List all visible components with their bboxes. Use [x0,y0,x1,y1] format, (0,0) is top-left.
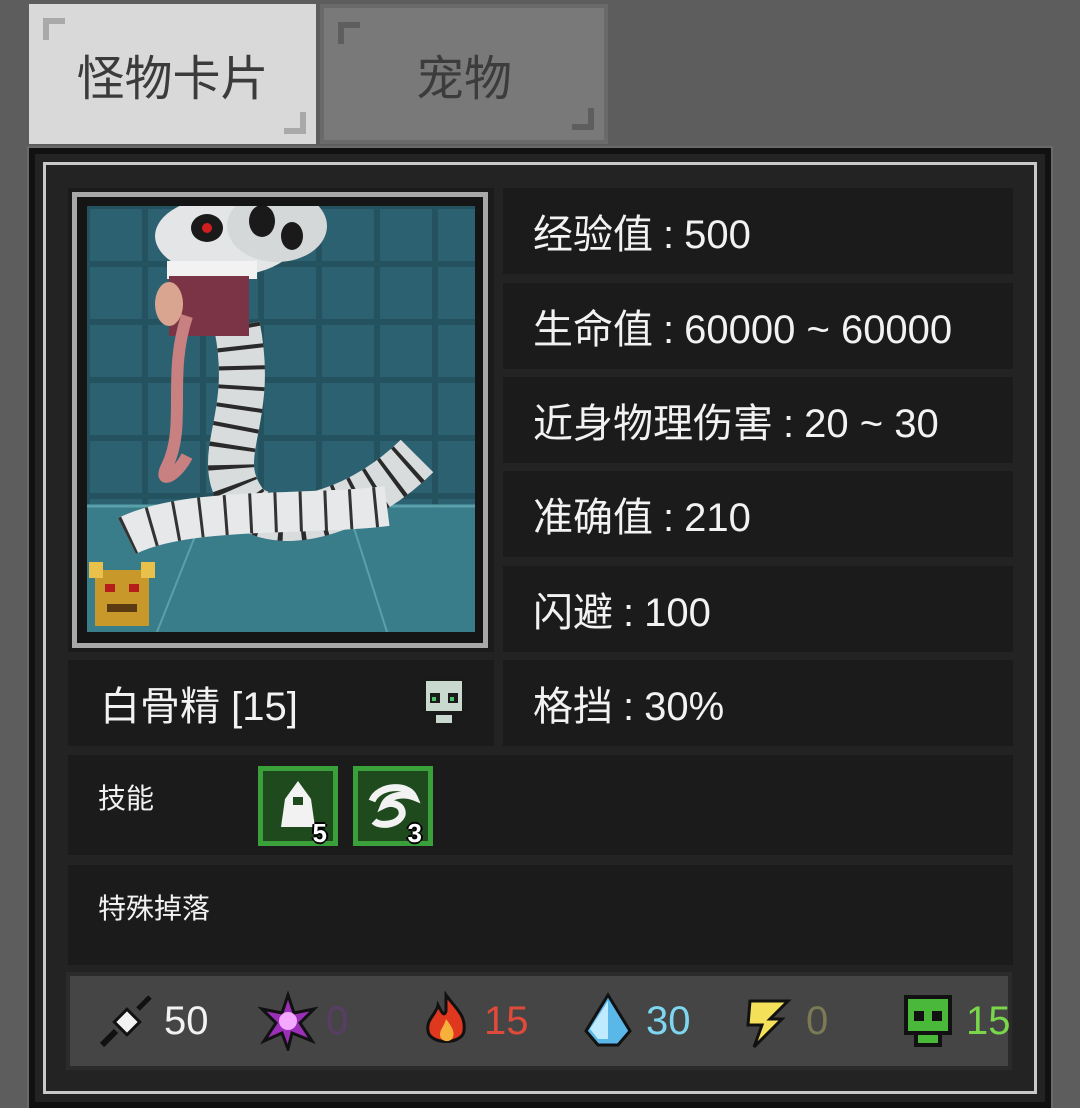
resistance-poison: 15 [898,991,1011,1051]
resistance-bar: 50 0 15 30 0 15 [66,972,1012,1070]
resistance-value: 15 [966,998,1011,1043]
stat-value: 30% [644,685,725,729]
special-drops-label: 特殊掉落 [98,893,211,924]
monster-name: 白骨精 [15] [100,685,298,729]
lightning-icon [746,999,792,1049]
stat-label: 闪避 [533,591,613,635]
stat-separator: : [623,591,635,635]
stat-value: 60000 ~ 60000 [684,308,953,352]
skill-level: 5 [312,818,327,848]
stat-separator: : [783,402,795,446]
stat-row-evasion: 闪避:100 [503,566,1013,652]
resistance-value: 0 [806,998,829,1043]
resistance-value: 30 [646,998,691,1043]
stat-row-block: 格挡:30% [503,660,1013,746]
stat-label: 准确值 [533,496,653,540]
fire-icon [426,991,466,1043]
skills-row: 技能 [68,755,1013,855]
skill-slot-2[interactable]: 3 [353,766,433,848]
tab-monster-card[interactable]: 怪物卡片 [29,4,316,144]
resistance-arcane: 0 [258,991,348,1051]
ice-crystal-icon [584,992,632,1047]
stat-row-hp: 生命值:60000 ~ 60000 [503,283,1013,369]
stat-value: 500 [684,213,751,257]
poison-skull-icon [904,995,952,1047]
special-drops-row: 特殊掉落 [68,865,1013,965]
skull-icon [422,677,466,727]
stat-row-accuracy: 准确值:210 [503,471,1013,557]
tab-corner-ornament [43,18,65,40]
stat-label: 生命值 [533,308,653,352]
tab-corner-ornament [338,22,360,44]
stat-separator: : [663,496,675,540]
skill-slot-1[interactable]: 5 [258,766,338,848]
monster-name-row: 白骨精 [15] [68,660,494,746]
resistance-value: 50 [164,998,209,1043]
stat-value: 20 ~ 30 [804,402,939,446]
resistance-physical: 50 [96,991,209,1051]
resistance-lightning: 0 [738,991,828,1051]
resistance-value: 0 [326,998,349,1043]
skill-level: 3 [407,818,422,848]
stat-separator: : [663,213,675,257]
skills-label: 技能 [98,783,155,814]
resistance-fire: 15 [416,991,529,1051]
arcane-burst-icon [258,991,318,1051]
tab-label: 怪物卡片 [76,53,269,106]
tab-corner-ornament [284,112,306,134]
stat-label: 经验值 [533,213,653,257]
tab-corner-ornament [572,108,594,130]
monster-portrait [87,206,475,632]
resistance-ice: 30 [578,991,691,1051]
tab-pet[interactable]: 宠物 [320,4,608,144]
tab-label: 宠物 [415,53,512,106]
sword-icon [99,995,152,1048]
stat-label: 近身物理伤害 [533,402,773,446]
resistance-value: 15 [484,998,529,1043]
stat-value: 100 [644,591,711,635]
stat-separator: : [663,308,675,352]
stat-row-experience: 经验值:500 [503,188,1013,274]
gold-demon-badge-icon [89,562,155,626]
stat-separator: : [623,685,635,729]
stat-value: 210 [684,496,751,540]
stat-label: 格挡 [533,685,613,729]
stat-row-melee-damage: 近身物理伤害:20 ~ 30 [503,377,1013,463]
